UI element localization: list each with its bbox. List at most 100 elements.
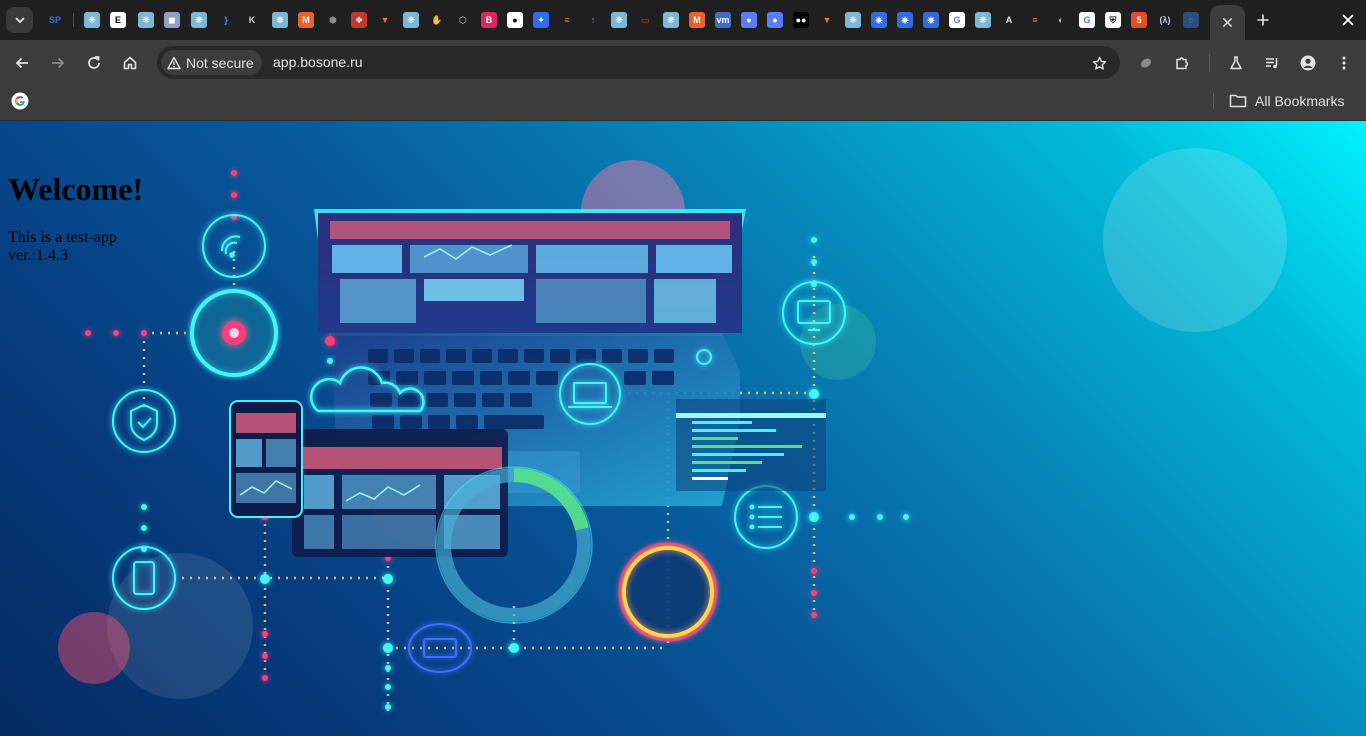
extensions-button[interactable]	[1168, 49, 1196, 77]
pinned-tab[interactable]: G	[1074, 7, 1100, 33]
all-bookmarks-button[interactable]: All Bookmarks	[1229, 90, 1344, 112]
folder-icon	[1229, 94, 1247, 108]
address-bar[interactable]: Not secure app.bosone.ru	[157, 46, 1120, 79]
cube-tab-icon: ❋	[611, 12, 627, 28]
pinned-tab[interactable]: ❋	[658, 7, 684, 33]
google-tab-icon: G	[1079, 12, 1095, 28]
new-tab-button[interactable]	[1251, 8, 1275, 32]
pinned-tab[interactable]: ▼	[814, 7, 840, 33]
back-button[interactable]	[8, 49, 36, 77]
pinned-tab[interactable]: A	[996, 7, 1022, 33]
pinned-tab[interactable]: ❋	[267, 7, 293, 33]
pinned-tab[interactable]: ⎈	[892, 7, 918, 33]
pinned-tab[interactable]: ⬡	[450, 7, 476, 33]
pinned-tab[interactable]: ❋	[970, 7, 996, 33]
github-tab-icon: ●	[507, 12, 523, 28]
pinned-tab[interactable]: G	[944, 7, 970, 33]
pinned-tab[interactable]: ❋	[606, 7, 632, 33]
stackoverflow-tab-icon: ≡	[1032, 15, 1038, 25]
pinned-tab[interactable]: ◼	[159, 7, 185, 33]
home-button[interactable]	[116, 49, 144, 77]
pinned-tab[interactable]: ❋	[79, 7, 105, 33]
pinned-tab[interactable]: SP	[42, 7, 68, 33]
close-tab-icon[interactable]	[1222, 17, 1233, 28]
hand-tab-icon: ✋	[431, 14, 443, 25]
pinned-tab[interactable]: (λ)	[1152, 7, 1178, 33]
helm-tab-icon: ⎈	[871, 12, 887, 28]
tech-illustration-background	[58, 148, 1287, 711]
shield-node-icon	[112, 389, 176, 453]
security-chip[interactable]: Not secure	[161, 50, 262, 75]
active-tab[interactable]	[1210, 5, 1245, 40]
bokeh-circle	[58, 612, 130, 684]
leaf-icon	[1140, 58, 1152, 68]
pinned-tab[interactable]: ✋	[424, 7, 450, 33]
puzzle-icon	[1176, 57, 1189, 70]
compass-tab-icon: ●	[767, 12, 783, 28]
pinned-tab[interactable]: K	[239, 7, 265, 33]
e-tab-icon: E	[110, 12, 126, 28]
compass-tab-icon: ●	[741, 12, 757, 28]
target-node-icon	[190, 289, 278, 377]
window-close-button[interactable]	[1336, 8, 1360, 32]
pinned-tab[interactable]: M	[293, 7, 319, 33]
google-bookmark-icon[interactable]	[11, 92, 29, 110]
pinned-tab[interactable]: ◐	[1048, 7, 1074, 33]
cube-tab-icon: ❋	[191, 12, 207, 28]
pinned-tab[interactable]: ⎈	[866, 7, 892, 33]
menu-button[interactable]	[1330, 49, 1358, 77]
pinned-tab[interactable]: }	[213, 7, 239, 33]
forward-button[interactable]	[44, 49, 72, 77]
code-panel-illustration	[676, 399, 826, 491]
all-bookmarks-label: All Bookmarks	[1255, 93, 1345, 109]
helm-tab-icon: ⎈	[923, 12, 939, 28]
close-icon	[1342, 14, 1354, 26]
pinned-tab[interactable]: ⛨	[1100, 7, 1126, 33]
pinned-tab[interactable]: ✦	[528, 7, 554, 33]
profile-button[interactable]	[1294, 49, 1322, 77]
bokeh-circle	[107, 553, 253, 699]
pinned-tab[interactable]: M	[684, 7, 710, 33]
pinned-tab[interactable]: ●	[762, 7, 788, 33]
pinned-tab[interactable]: 5	[1126, 7, 1152, 33]
tab-search-button[interactable]	[6, 7, 33, 33]
url-text[interactable]: app.bosone.ru	[273, 54, 363, 70]
pinned-tab[interactable]: ❋	[398, 7, 424, 33]
pinned-tab[interactable]: ≡	[1022, 7, 1048, 33]
home-icon	[123, 56, 137, 70]
reload-button[interactable]	[80, 49, 108, 77]
pinned-tab[interactable]: ⎈	[918, 7, 944, 33]
pinned-tab[interactable]: E	[105, 7, 131, 33]
pinned-tab[interactable]: ❋	[186, 7, 212, 33]
reload-icon	[88, 56, 100, 69]
brave-tab-icon: B	[481, 12, 497, 28]
chevron-down-icon	[14, 17, 25, 24]
page-heading: Welcome!	[8, 171, 144, 207]
pinned-tab[interactable]: ≡	[554, 7, 580, 33]
helm-tab-icon: ⎈	[897, 12, 913, 28]
pinned-tab[interactable]: ⬢	[320, 7, 346, 33]
bokeh-circle	[1103, 148, 1287, 332]
pinned-tab[interactable]: ▭	[632, 7, 658, 33]
pinned-tab[interactable]: ❋	[133, 7, 159, 33]
media-controls-button[interactable]	[1258, 49, 1286, 77]
pinned-tab[interactable]: ◌	[1178, 7, 1204, 33]
pinned-tab[interactable]: ▼	[372, 7, 398, 33]
cube-tab-icon: ❋	[138, 12, 154, 28]
pinned-tab[interactable]: ❋	[840, 7, 866, 33]
arrow-right-icon	[52, 57, 65, 69]
pinned-tab[interactable]: ●●	[788, 7, 814, 33]
pinned-tab[interactable]: ↑	[580, 7, 606, 33]
tab-strip: SP ❋ E ❋ ◼ ❋} K ❋ M ⬢ ❖ ▼ ❋ ✋ ⬡ B ● ✦ ≡ ↑ ❋ ▭ ❋ Mvm ● ● ●● ▼ ❋ ⎈ ⎈ ⎈ G ❋ A…	[0, 0, 1366, 40]
pinned-tab[interactable]: ❖	[346, 7, 372, 33]
pinned-tab[interactable]: ●	[502, 7, 528, 33]
arrow-left-icon	[15, 57, 28, 69]
pinned-tab[interactable]: ●	[736, 7, 762, 33]
extension-leaf-button[interactable]	[1132, 49, 1160, 77]
pinned-tab[interactable]: B	[476, 7, 502, 33]
labs-button[interactable]	[1222, 49, 1250, 77]
pinned-tab[interactable]: vm	[710, 7, 736, 33]
medium-tab-icon: ●●	[793, 12, 809, 28]
bookmark-star-button[interactable]	[1088, 52, 1110, 74]
html5-tab-icon: 5	[1131, 12, 1147, 28]
